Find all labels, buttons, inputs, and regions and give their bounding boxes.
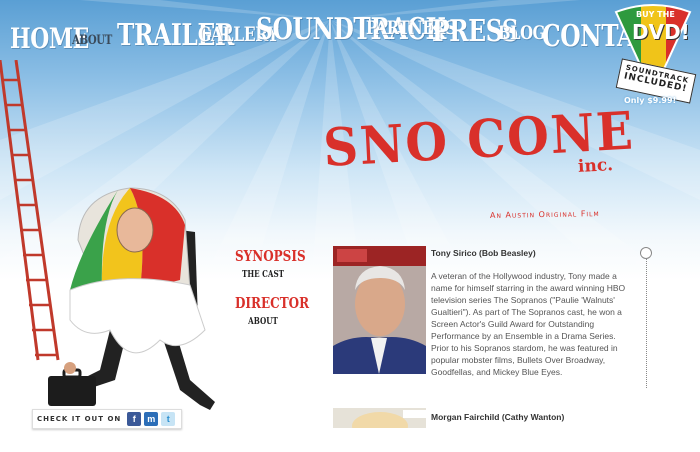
nav-about[interactable]: ABOUT <box>72 33 112 48</box>
dvd-line2: DVD! <box>632 20 690 44</box>
side-menu-about[interactable]: ABOUT <box>235 316 291 328</box>
dvd-line1: BUY THE <box>636 10 675 19</box>
myspace-icon[interactable]: m <box>144 412 159 426</box>
actor-photo-tony-sirico <box>333 246 426 374</box>
actor-name-2: Morgan Fairchild (Cathy Wanton) <box>431 412 565 422</box>
main-nav: HOME ABOUT TRAILER GALLERY SOUNDTRACK PA… <box>0 0 700 70</box>
film-title-suffix: inc. <box>577 155 614 177</box>
social-share-bar: CHECK IT OUT ON f m t <box>32 409 182 429</box>
social-label: CHECK IT OUT ON <box>37 415 122 423</box>
scroll-track[interactable] <box>646 253 647 388</box>
buy-dvd-badge[interactable]: BUY THE DVD! SOUNDTRACK INCLUDED! Only $… <box>606 2 700 106</box>
side-menu-synopsis[interactable]: SYNOPSIS <box>235 248 306 265</box>
actor-photo-morgan-fairchild <box>333 408 426 428</box>
actor-name-1: Tony Sirico (Bob Beasley) <box>431 248 536 258</box>
scroll-handle[interactable] <box>640 247 652 259</box>
side-menu-director[interactable]: DIRECTOR <box>235 295 309 312</box>
twitter-icon[interactable]: t <box>161 412 176 426</box>
nav-blog[interactable]: BLOG <box>498 22 545 44</box>
film-tagline: An Austin Original Film <box>489 209 600 220</box>
side-menu-the-cast[interactable]: THE CAST <box>235 269 291 281</box>
about-side-menu: SYNOPSIS THE CAST DIRECTOR ABOUT <box>228 248 309 334</box>
facebook-icon[interactable]: f <box>127 412 142 426</box>
actor-bio-1: A veteran of the Hollywood industry, Ton… <box>431 271 626 377</box>
sno-cone-character <box>48 187 215 410</box>
